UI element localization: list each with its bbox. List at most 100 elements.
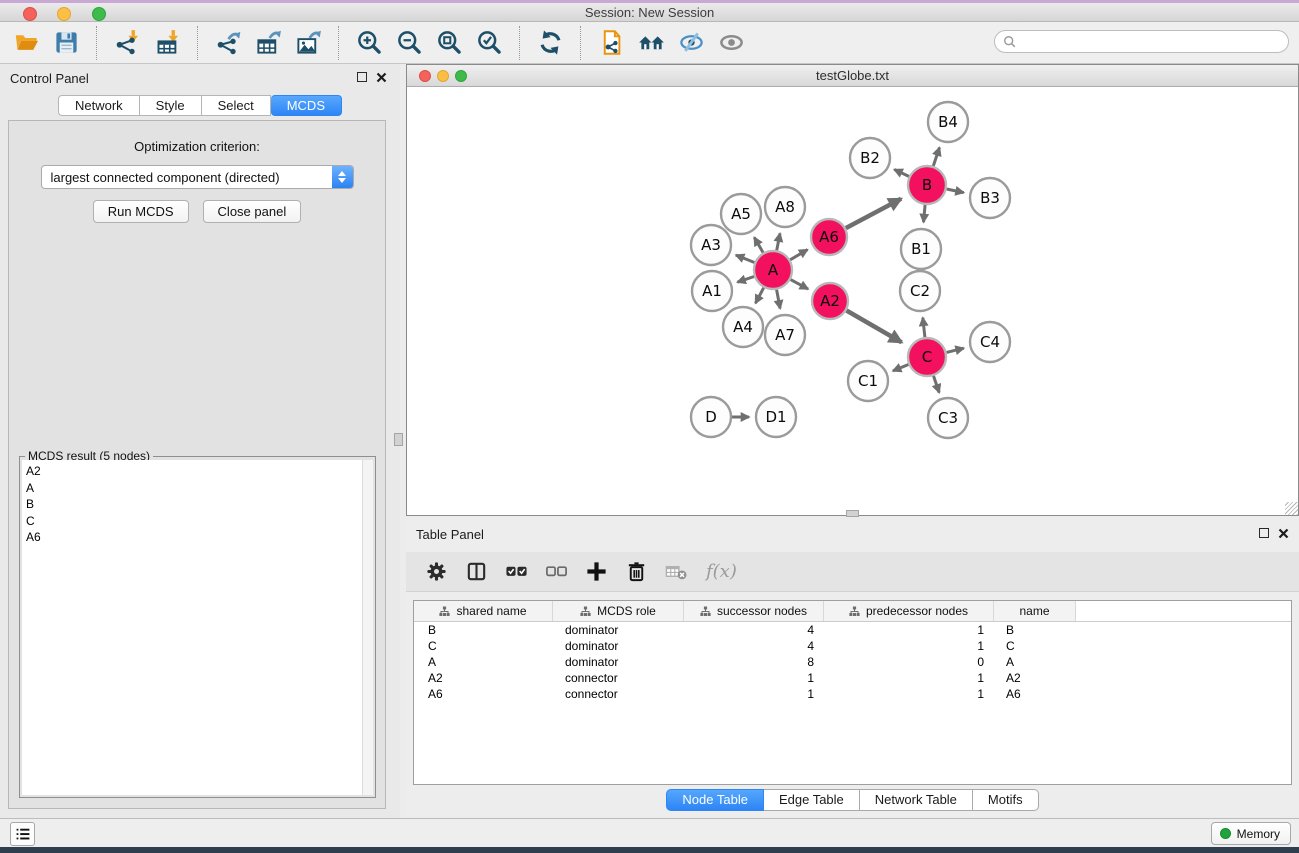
float-panel-icon[interactable] xyxy=(1259,528,1269,538)
import-table-button[interactable] xyxy=(147,26,187,60)
export-image-button[interactable] xyxy=(288,26,328,60)
edge-A-A3[interactable] xyxy=(736,255,755,262)
close-panel-icon[interactable] xyxy=(1278,528,1289,539)
table-cell[interactable]: A6 xyxy=(414,686,553,702)
result-item[interactable]: A2 xyxy=(26,463,373,480)
edge-C-C3[interactable] xyxy=(934,376,940,393)
close-panel-icon[interactable] xyxy=(376,72,387,83)
tab-mcds[interactable]: MCDS xyxy=(271,95,342,116)
tab-network[interactable]: Network xyxy=(58,95,140,116)
edge-B-B3[interactable] xyxy=(947,189,964,193)
float-panel-icon[interactable] xyxy=(357,72,367,82)
edge-A-A7[interactable] xyxy=(777,290,781,309)
table-cell[interactable]: connector xyxy=(553,686,684,702)
select-all-button[interactable] xyxy=(504,559,529,584)
table-cell[interactable]: C xyxy=(414,638,553,654)
table-cell[interactable]: 1 xyxy=(684,686,824,702)
horizontal-scroll-thumb[interactable] xyxy=(846,510,859,517)
edge-A-A8[interactable] xyxy=(777,233,780,250)
table-cell[interactable]: 1 xyxy=(824,622,994,638)
network-canvas[interactable]: B4B2BB3A5A8A6A3B1AA1C2A2A4A7C4CC1C3DD1 xyxy=(407,87,1298,515)
table-cell[interactable]: B xyxy=(994,622,1076,638)
edge-A-A1[interactable] xyxy=(737,277,754,283)
task-history-button[interactable] xyxy=(10,822,35,846)
tab-network-table[interactable]: Network Table xyxy=(860,789,973,811)
edge-B-B1[interactable] xyxy=(924,205,926,222)
table-cell[interactable]: 4 xyxy=(684,638,824,654)
edge-A-A2[interactable] xyxy=(791,280,809,290)
import-network-button[interactable] xyxy=(107,26,147,60)
mcds-result-list[interactable]: A2ABCA6 xyxy=(22,460,373,795)
result-item[interactable]: B xyxy=(26,496,373,513)
result-item[interactable]: A xyxy=(26,480,373,497)
edge-C-C1[interactable] xyxy=(893,365,909,371)
vertical-scroll-thumb[interactable] xyxy=(394,433,403,446)
table-row[interactable]: A2connector11A2 xyxy=(414,670,1291,686)
edge-B-B2[interactable] xyxy=(894,170,909,177)
table-cell[interactable]: A xyxy=(414,654,553,670)
zoom-out-button[interactable] xyxy=(389,26,429,60)
edge-A-A4[interactable] xyxy=(756,288,764,304)
deselect-all-button[interactable] xyxy=(544,559,569,584)
delete-column-button[interactable] xyxy=(624,559,649,584)
export-network-button[interactable] xyxy=(208,26,248,60)
close-panel-button[interactable]: Close panel xyxy=(203,200,302,223)
result-item[interactable]: C xyxy=(26,513,373,530)
table-cell[interactable]: 4 xyxy=(684,622,824,638)
criterion-dropdown[interactable]: largest connected component (directed) xyxy=(41,165,354,189)
edge-A-A5[interactable] xyxy=(754,237,763,252)
zoom-fit-button[interactable] xyxy=(429,26,469,60)
column-header-shared-name[interactable]: shared name xyxy=(414,601,553,621)
table-cell[interactable]: 1 xyxy=(824,638,994,654)
table-row[interactable]: Cdominator41C xyxy=(414,638,1291,654)
table-cell[interactable]: connector xyxy=(553,670,684,686)
network-window-titlebar[interactable]: testGlobe.txt xyxy=(407,65,1298,87)
show-columns-button[interactable] xyxy=(464,559,489,584)
add-column-button[interactable] xyxy=(584,559,609,584)
table-cell[interactable]: 0 xyxy=(824,654,994,670)
column-header-predecessor-nodes[interactable]: predecessor nodes xyxy=(824,601,994,621)
table-cell[interactable]: 1 xyxy=(824,686,994,702)
tab-style[interactable]: Style xyxy=(140,95,202,116)
table-cell[interactable]: A6 xyxy=(994,686,1076,702)
open-session-button[interactable] xyxy=(6,26,46,60)
table-cell[interactable]: dominator xyxy=(553,622,684,638)
table-cell[interactable]: 8 xyxy=(684,654,824,670)
table-row[interactable]: A6connector11A6 xyxy=(414,686,1291,702)
network-graph[interactable]: B4B2BB3A5A8A6A3B1AA1C2A2A4A7C4CC1C3DD1 xyxy=(407,87,1298,515)
result-list-scrollbar[interactable] xyxy=(362,460,373,795)
table-row[interactable]: Bdominator41B xyxy=(414,622,1291,638)
memory-button[interactable]: Memory xyxy=(1211,822,1291,845)
home-networks-button[interactable] xyxy=(631,26,671,60)
table-cell[interactable]: A2 xyxy=(414,670,553,686)
edge-A2-C[interactable] xyxy=(847,311,902,343)
table-cell[interactable]: A xyxy=(994,654,1076,670)
column-header-name[interactable]: name xyxy=(994,601,1076,621)
search-field[interactable] xyxy=(994,30,1289,53)
tab-motifs[interactable]: Motifs xyxy=(973,789,1039,811)
search-input[interactable] xyxy=(1017,34,1288,49)
save-session-button[interactable] xyxy=(46,26,86,60)
edge-A-A6[interactable] xyxy=(790,250,807,260)
edge-B-B4[interactable] xyxy=(933,148,939,167)
window-resize-grip[interactable] xyxy=(1285,502,1298,515)
table-cell[interactable]: 1 xyxy=(824,670,994,686)
zoom-selected-button[interactable] xyxy=(469,26,509,60)
table-cell[interactable]: C xyxy=(994,638,1076,654)
edge-A6-B[interactable] xyxy=(846,199,901,228)
zoom-in-button[interactable] xyxy=(349,26,389,60)
table-cell[interactable]: dominator xyxy=(553,638,684,654)
refresh-view-button[interactable] xyxy=(530,26,570,60)
result-item[interactable]: A6 xyxy=(26,529,373,546)
table-cell[interactable]: 1 xyxy=(684,670,824,686)
edge-C-C4[interactable] xyxy=(947,348,964,352)
table-settings-button[interactable] xyxy=(424,559,449,584)
tab-edge-table[interactable]: Edge Table xyxy=(764,789,860,811)
export-table-button[interactable] xyxy=(248,26,288,60)
column-header-MCDS-role[interactable]: MCDS role xyxy=(553,601,684,621)
tab-select[interactable]: Select xyxy=(202,95,271,116)
table-cell[interactable]: A2 xyxy=(994,670,1076,686)
run-mcds-button[interactable]: Run MCDS xyxy=(93,200,189,223)
network-file-button[interactable] xyxy=(591,26,631,60)
edge-C-C2[interactable] xyxy=(923,318,925,337)
